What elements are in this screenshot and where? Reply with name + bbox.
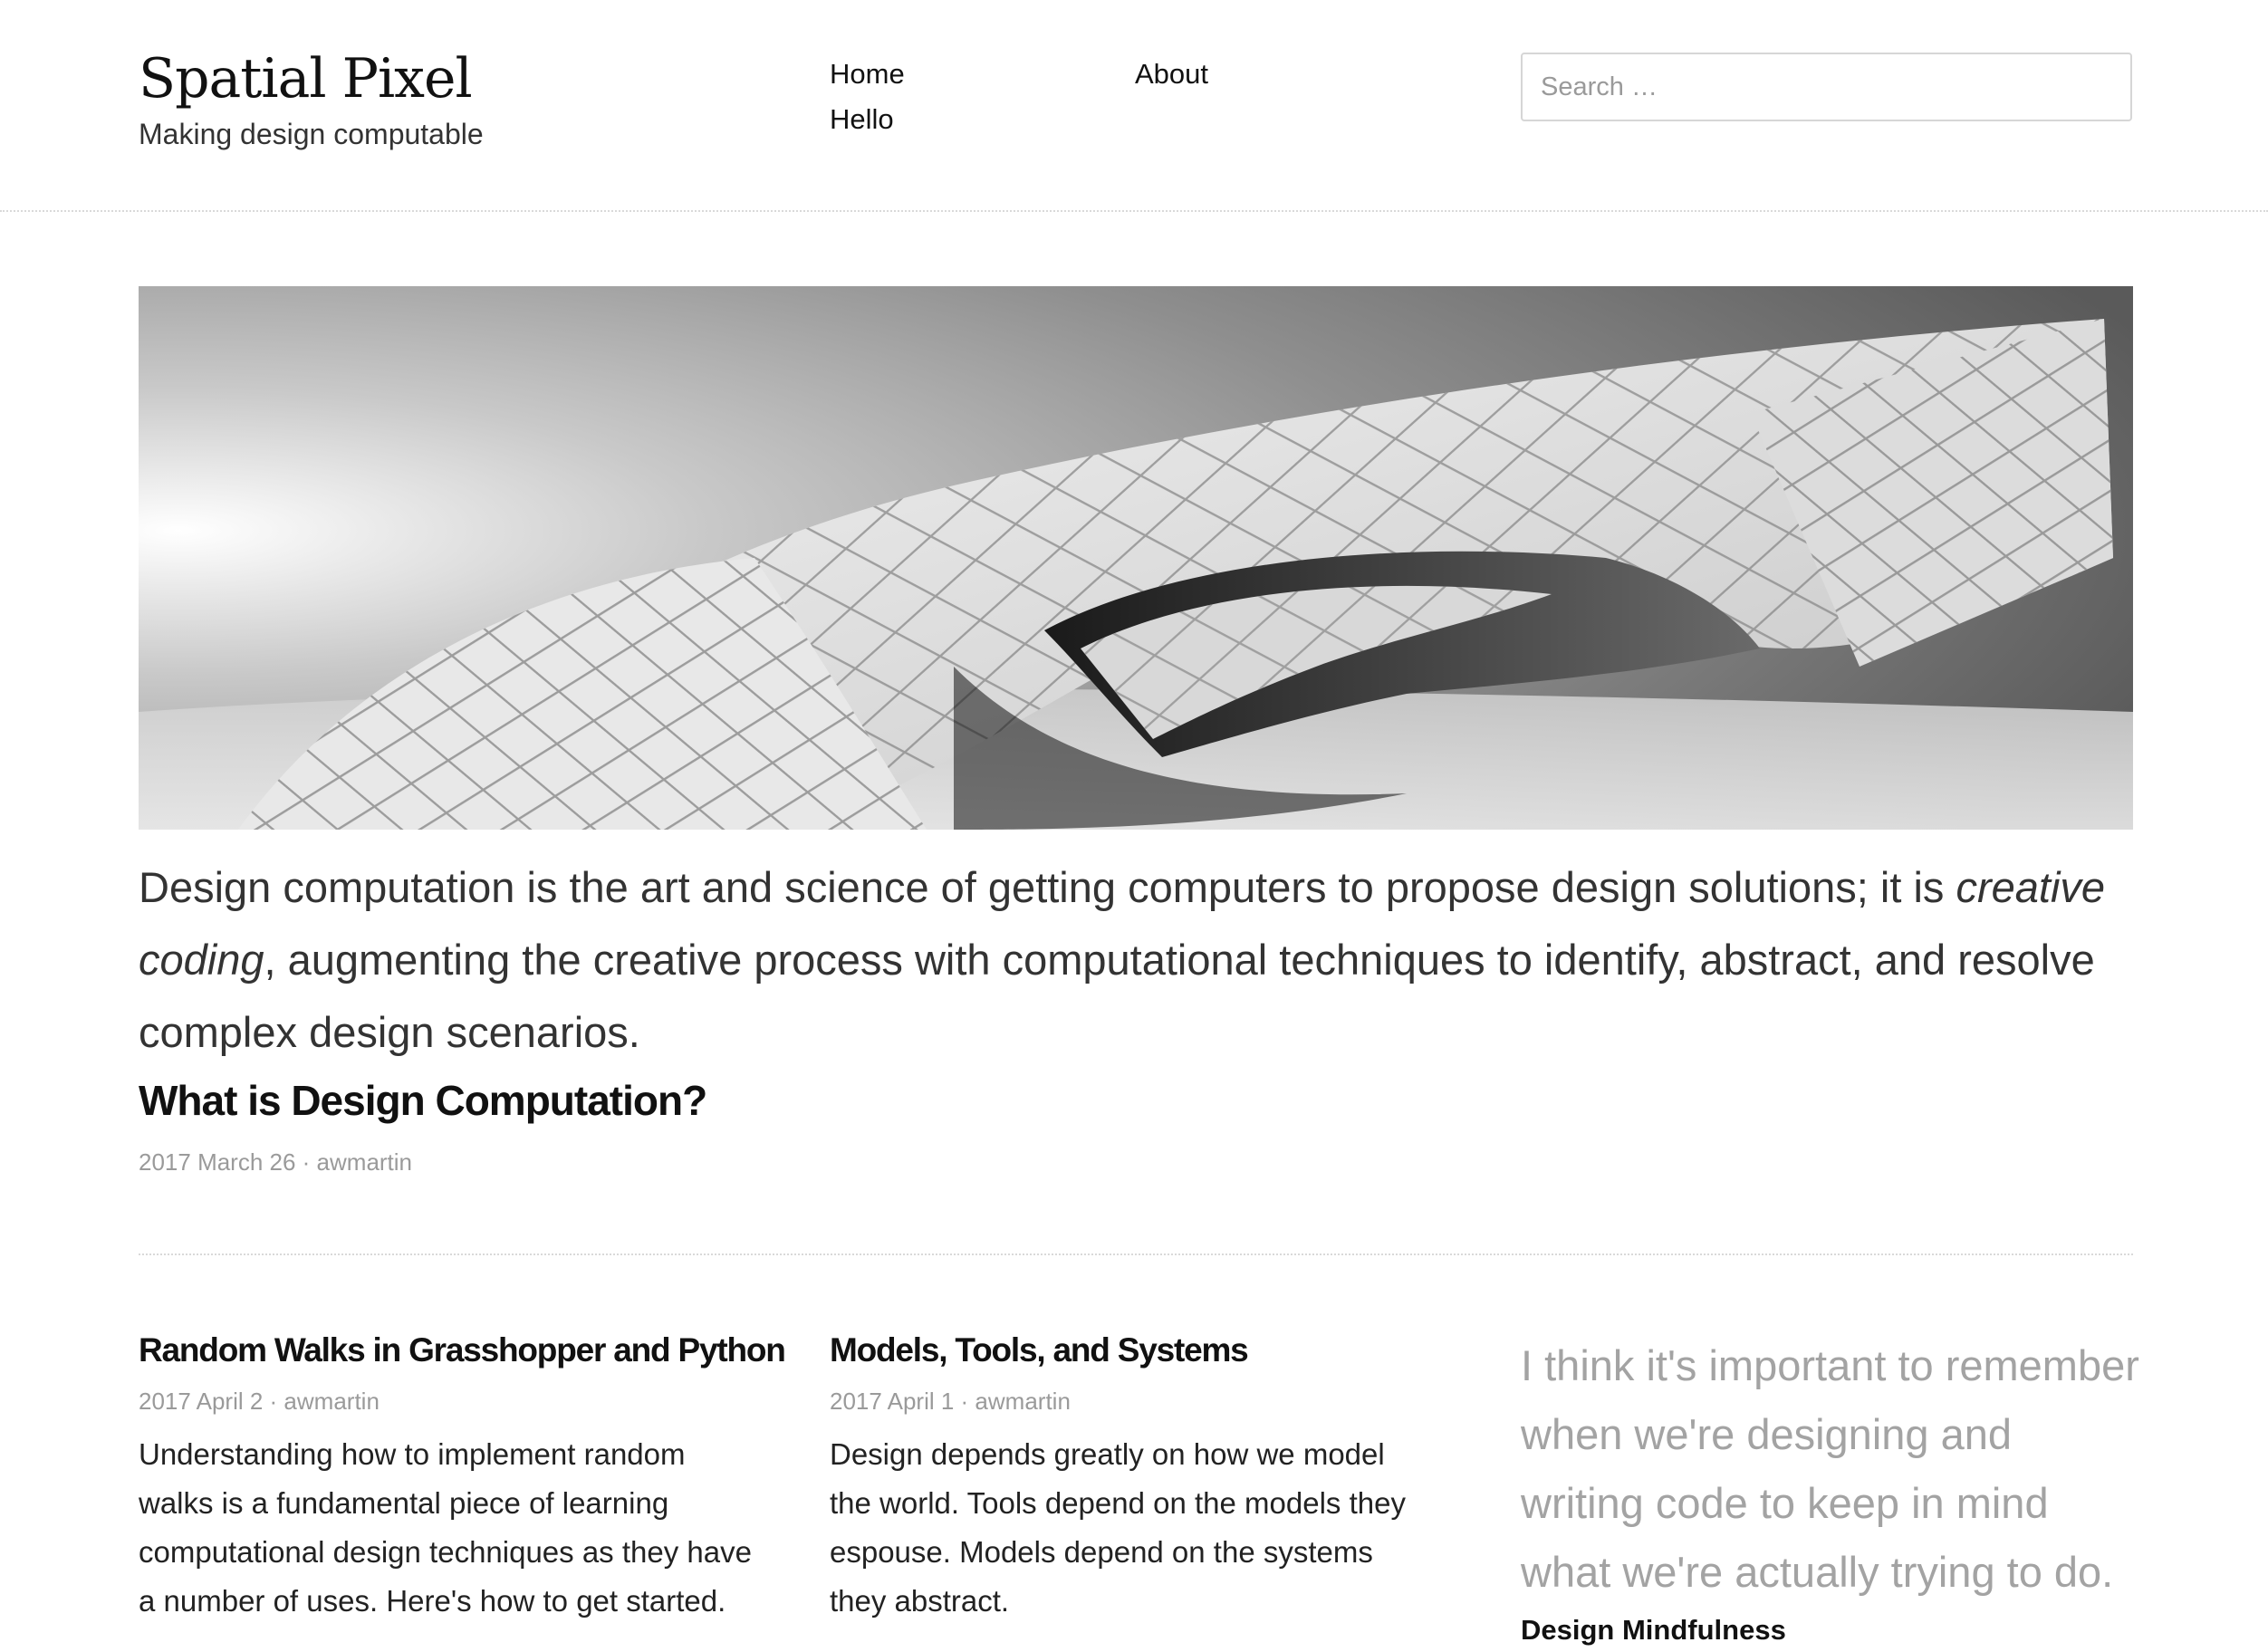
post-title[interactable]: Random Walks in Grasshopper and Python — [139, 1331, 786, 1369]
post-excerpt: Understanding how to implement random wa… — [139, 1437, 752, 1618]
pull-quote: I think it's important to remember when … — [1521, 1341, 2139, 1596]
featured-post-title[interactable]: What is Design Computation? — [139, 1076, 707, 1125]
post-meta: 2017 April 1 · awmartin — [830, 1388, 1071, 1415]
nav-item-hello[interactable]: Hello — [830, 103, 894, 136]
site-header: Spatial Pixel Making design computable H… — [0, 0, 2268, 212]
post-meta: 2017 April 2 · awmartin — [139, 1388, 380, 1415]
site-tagline: Making design computable — [139, 118, 484, 150]
lattice-shell-render — [139, 286, 2133, 830]
post-excerpt: Design depends greatly on how we model t… — [830, 1437, 1406, 1618]
post-card: Models, Tools, and Systems 2017 April 1 … — [830, 1331, 1427, 1626]
nav-item-about[interactable]: About — [1135, 58, 1208, 91]
post-title[interactable]: Models, Tools, and Systems — [830, 1331, 1427, 1369]
featured-post-meta: 2017 March 26 · awmartin — [139, 1148, 413, 1176]
intro-text-start: Design computation is the art and scienc… — [139, 863, 1956, 911]
section-divider — [139, 1253, 2133, 1255]
intro-lead: Design computation is the art and scienc… — [139, 851, 2133, 1069]
nav-item-home[interactable]: Home — [830, 58, 905, 91]
post-card: Random Walks in Grasshopper and Python 2… — [139, 1331, 786, 1626]
quote-source-link[interactable]: Design Mindfulness — [1521, 1614, 1786, 1647]
hero-image[interactable] — [139, 286, 2133, 830]
search-input[interactable] — [1521, 53, 2132, 121]
intro-text-end: , augmenting the creative process with c… — [139, 936, 2095, 1056]
site-title[interactable]: Spatial Pixel — [139, 47, 473, 110]
